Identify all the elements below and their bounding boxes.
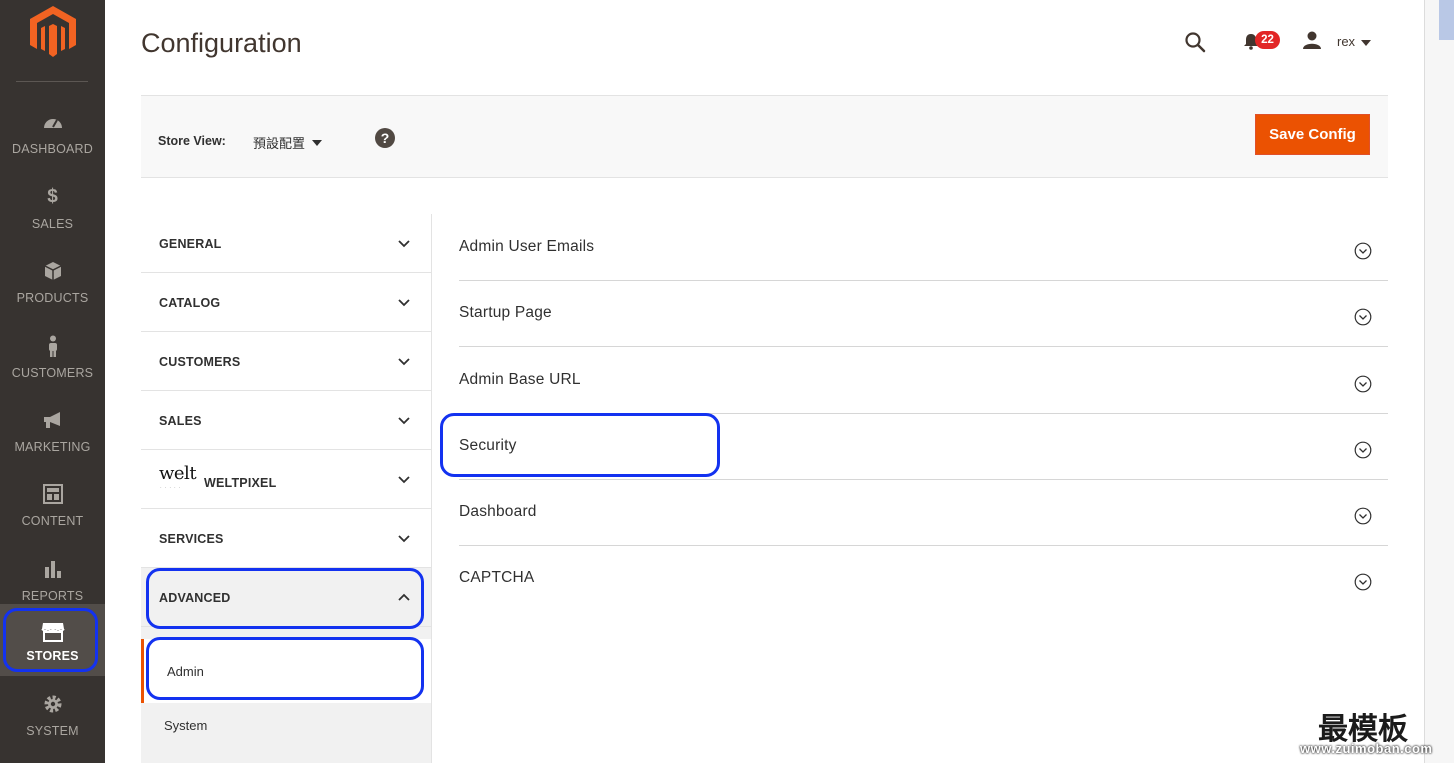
magento-logo[interactable] xyxy=(30,6,76,58)
highlight-ring-advanced xyxy=(146,568,424,629)
chevron-down-icon xyxy=(398,476,410,484)
tab-general[interactable]: GENERAL xyxy=(141,214,431,273)
expand-circle-icon[interactable] xyxy=(1354,375,1372,393)
page-title: Configuration xyxy=(141,28,302,58)
megaphone-icon xyxy=(43,412,60,428)
section-admin-base-url[interactable]: Admin Base URL xyxy=(459,347,1388,414)
nav-label: SYSTEM xyxy=(26,724,79,738)
section-captcha[interactable]: CAPTCHA xyxy=(459,545,1388,612)
highlight-ring-security xyxy=(440,413,720,477)
chevron-down-icon xyxy=(398,417,410,425)
tab-catalog[interactable]: CATALOG xyxy=(141,273,431,332)
nav-label: CUSTOMERS xyxy=(11,366,94,380)
nav-label: DASHBOARD xyxy=(12,142,93,156)
nav-label: MARKETING xyxy=(14,440,91,454)
search-icon[interactable] xyxy=(1184,31,1206,53)
tab-label: CUSTOMERS xyxy=(159,355,241,369)
nav-item-customers[interactable]: CUSTOMERS xyxy=(0,320,105,392)
store-view-dropdown[interactable]: 預設配置 xyxy=(253,133,305,152)
watermark-url: www.zuimoban.com xyxy=(1300,741,1433,756)
chevron-down-icon xyxy=(398,535,410,543)
section-title: Dashboard xyxy=(459,503,537,520)
highlight-ring-admin xyxy=(146,637,424,700)
nav-item-sales[interactable]: $ SALES xyxy=(0,171,105,243)
tab-customers[interactable]: CUSTOMERS xyxy=(141,332,431,391)
help-icon[interactable]: ? xyxy=(375,128,395,148)
nav-label: CONTENT xyxy=(21,514,84,528)
expand-circle-icon[interactable] xyxy=(1354,573,1372,591)
expand-circle-icon[interactable] xyxy=(1354,441,1372,459)
tab-services[interactable]: SERVICES xyxy=(141,509,431,568)
tab-sales[interactable]: SALES xyxy=(141,391,431,450)
save-config-button[interactable]: Save Config xyxy=(1255,114,1370,155)
section-title: Startup Page xyxy=(459,304,552,321)
chevron-down-icon xyxy=(398,358,410,366)
caret-down-icon[interactable] xyxy=(312,140,322,146)
chevron-down-icon xyxy=(398,240,410,248)
weltpixel-logo-dots: ····· xyxy=(160,485,184,491)
dollar-icon: $ xyxy=(47,186,58,207)
dashboard-icon xyxy=(43,119,62,128)
nav-label: PRODUCTS xyxy=(16,291,89,305)
chevron-down-icon xyxy=(398,299,410,307)
nav-item-marketing[interactable]: MARKETING xyxy=(0,394,105,466)
tab-label: SERVICES xyxy=(159,532,224,546)
nav-divider xyxy=(16,81,88,82)
nav-item-products[interactable]: PRODUCTS xyxy=(0,245,105,317)
expand-circle-icon[interactable] xyxy=(1354,242,1372,260)
nav-item-dashboard[interactable]: DASHBOARD xyxy=(0,96,105,168)
section-title: Admin User Emails xyxy=(459,238,595,255)
expand-circle-icon[interactable] xyxy=(1354,507,1372,525)
weltpixel-logo: welt xyxy=(159,463,197,484)
person-icon xyxy=(48,335,57,357)
tab-label: GENERAL xyxy=(159,237,222,251)
bar-chart-icon xyxy=(44,561,61,578)
store-view-label: Store View: xyxy=(158,134,226,148)
expand-circle-icon[interactable] xyxy=(1354,308,1372,326)
notifications-badge[interactable]: 22 xyxy=(1255,31,1280,49)
gear-icon xyxy=(44,695,61,713)
account-username[interactable]: rex xyxy=(1337,34,1355,49)
scrollbar-thumb[interactable] xyxy=(1439,0,1454,40)
box-icon xyxy=(44,262,61,280)
nav-item-content[interactable]: CONTENT xyxy=(0,468,105,540)
highlight-ring-stores xyxy=(3,608,98,672)
tab-item-label: System xyxy=(164,718,208,733)
user-icon[interactable] xyxy=(1302,30,1322,50)
store-switcher-bar: Store View: 預設配置 ? Save Config xyxy=(141,95,1388,178)
tab-label: WELTPIXEL xyxy=(204,476,277,490)
section-admin-user-emails[interactable]: Admin User Emails xyxy=(459,214,1388,281)
tab-label: SALES xyxy=(159,414,202,428)
scrollbar[interactable] xyxy=(1424,0,1454,763)
nav-label: REPORTS xyxy=(21,589,84,603)
tab-label: CATALOG xyxy=(159,296,221,310)
section-dashboard[interactable]: Dashboard xyxy=(459,479,1388,546)
tab-weltpixel[interactable]: welt ····· WELTPIXEL xyxy=(141,450,431,509)
caret-down-icon[interactable] xyxy=(1361,40,1371,46)
nav-label: SALES xyxy=(31,217,74,231)
tab-item-system[interactable]: System xyxy=(141,703,431,763)
section-title: Admin Base URL xyxy=(459,371,581,388)
section-title: CAPTCHA xyxy=(459,569,535,586)
section-startup-page[interactable]: Startup Page xyxy=(459,280,1388,347)
nav-item-system[interactable]: SYSTEM xyxy=(0,690,105,762)
layout-icon xyxy=(42,484,63,504)
